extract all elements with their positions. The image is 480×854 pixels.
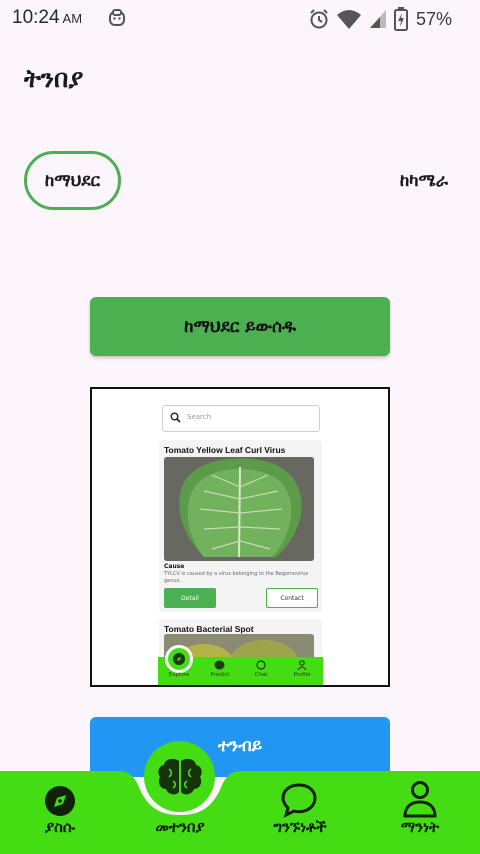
preview-cause-text: TYLCV is caused by a virus belonging to … xyxy=(164,571,309,584)
preview-nav-predict: Predict xyxy=(201,660,239,678)
preview-nav-chat-label: Chat xyxy=(254,672,268,678)
preview-brain-icon xyxy=(214,660,225,670)
status-ampm: AM xyxy=(62,11,83,26)
predict-button[interactable]: ተንብይ xyxy=(90,717,390,777)
preview-detail-button: Detail xyxy=(164,588,216,608)
preview-nav-profile-label: Profile xyxy=(293,672,311,678)
nav-chats[interactable] xyxy=(254,774,344,818)
nav-chats-label: ግንኙነቶች xyxy=(273,818,327,836)
preview-nav-explore: Explore xyxy=(160,660,198,678)
nav-profile[interactable] xyxy=(375,774,465,818)
preview-search-icon xyxy=(170,412,181,423)
nav-profile-label: ማንነት xyxy=(400,818,440,836)
preview-nav-profile: Profile xyxy=(283,660,321,678)
person-icon xyxy=(403,781,437,818)
nav-explore[interactable] xyxy=(15,774,105,818)
preview-person-icon xyxy=(297,660,307,670)
battery-charging-icon xyxy=(393,7,408,31)
battery-percent: 57% xyxy=(415,8,452,29)
status-icons: 57% xyxy=(308,7,452,31)
preview-leaf-image xyxy=(164,457,314,561)
wifi-icon xyxy=(336,10,361,29)
leaf-photo xyxy=(164,457,314,561)
preview-chat-icon xyxy=(256,660,266,670)
preview-search-placeholder: Search xyxy=(187,413,212,421)
preview-nav-chat: Chat xyxy=(242,660,280,678)
compass-icon xyxy=(45,786,75,816)
chat-bubble-icon xyxy=(281,783,317,818)
camera-option[interactable]: ከካሜራ xyxy=(400,151,448,210)
page-title: ትንበያ xyxy=(24,64,84,93)
preview-cause-label: Cause xyxy=(164,563,185,570)
preview-disease-card: Tomato Yellow Leaf Curl Virus Cause TYLC… xyxy=(159,440,322,612)
pick-from-gallery-button[interactable]: ከማህደር ይውሰዱ xyxy=(90,297,390,356)
nav-explore-label: ያስሱ xyxy=(45,818,75,836)
preview-search-bar: Search xyxy=(162,405,320,432)
status-bar: 10:24 AM 57% xyxy=(0,0,480,38)
gallery-option[interactable]: ከማህደር xyxy=(24,151,121,210)
app-notification-icon xyxy=(109,9,125,26)
preview-nav-explore-label: Explore xyxy=(168,672,190,678)
brain-icon xyxy=(157,758,202,794)
alarm-icon xyxy=(310,9,328,29)
preview-bottom-nav: Explore Predict Chat Profile xyxy=(158,645,323,685)
cell-signal-icon xyxy=(369,10,386,28)
source-toggle: ከማህደር ከካሜራ xyxy=(24,151,460,210)
status-time: 10:24 AM xyxy=(12,7,82,29)
selected-image-preview: Search Tomato Yellow Leaf Curl Virus Cau… xyxy=(90,387,390,687)
preview-card-title: Tomato Yellow Leaf Curl Virus xyxy=(164,445,286,455)
preview-card2-title: Tomato Bacterial Spot xyxy=(164,624,254,634)
preview-nav-predict-label: Predict xyxy=(210,672,230,678)
nav-predict-label: መተንበያ xyxy=(155,818,205,836)
nav-predict-fab[interactable] xyxy=(144,741,215,812)
preview-contact-button: Contact xyxy=(266,588,318,608)
status-time-value: 10:24 xyxy=(12,7,60,28)
